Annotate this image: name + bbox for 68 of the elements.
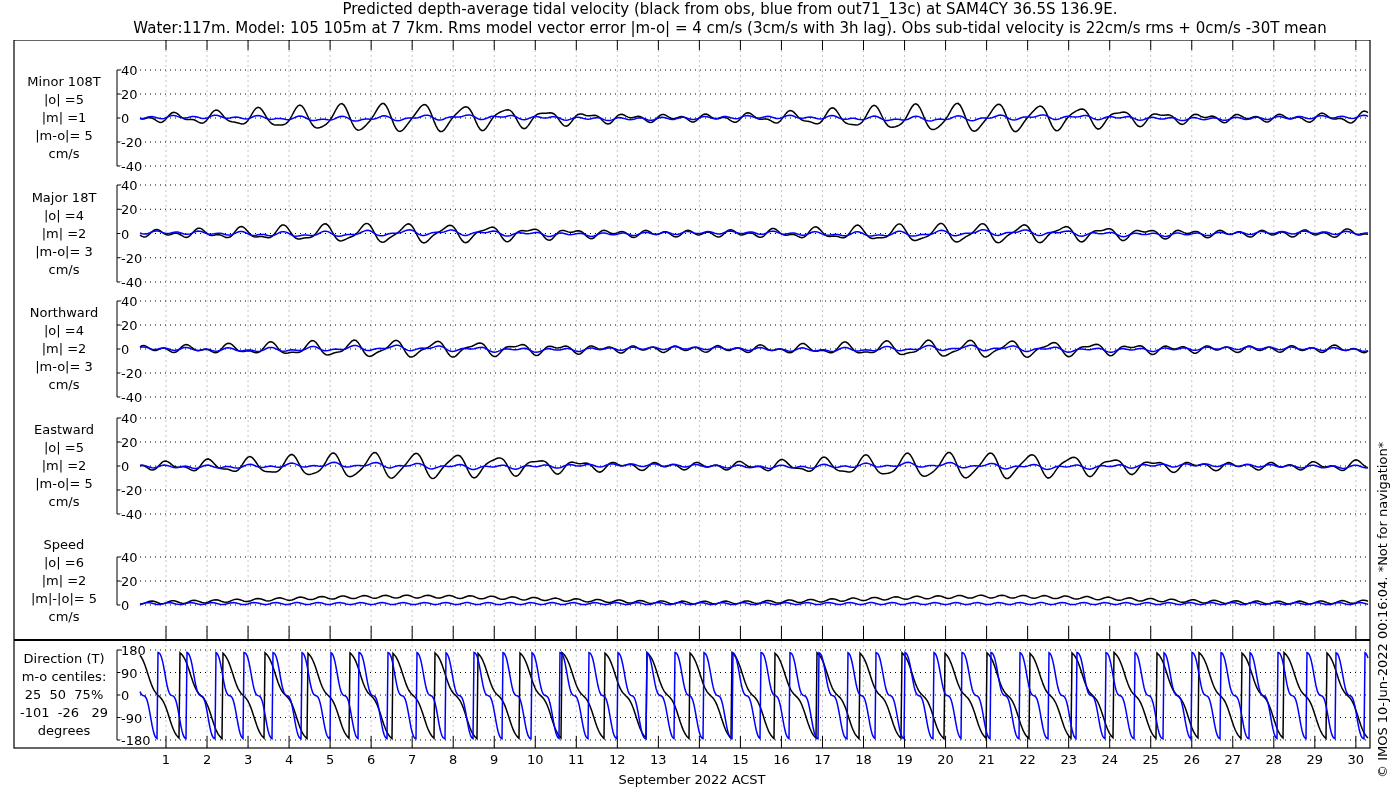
- axis-tick-label: 9: [490, 752, 499, 767]
- axis-tick-label: -20: [121, 250, 143, 266]
- axis-tick-label: 28: [1265, 752, 1283, 767]
- axis-tick-label: 24: [1101, 752, 1118, 767]
- axis-tick-label: 18: [855, 752, 872, 767]
- axis-tick-label: 4: [284, 752, 294, 767]
- axis-tick-label: 0: [121, 688, 130, 703]
- axis-tick-label: -40: [121, 390, 143, 405]
- axis-tick-label: 22: [1019, 752, 1036, 767]
- axis-tick-label: 29: [1306, 752, 1324, 767]
- axis-tick-label: 21: [978, 752, 995, 767]
- chart-title: Water:117m. Model: 105 105m at 7 7km. Rms model vector error |m-o| = 4 cm/s (3cm/s with 3h lag). Obs sub-tidal velocity is 22cm/s rms + 0cm/s -30T mean: [133, 19, 1327, 38]
- axis-tick-label: 20: [121, 87, 138, 102]
- axis-tick-label: 19: [896, 752, 913, 767]
- axis-tick-label: 2: [202, 752, 212, 767]
- axis-tick-label: 90: [121, 665, 138, 681]
- axis-title: September 2022 ACST: [618, 772, 766, 787]
- axis-tick-label: 0: [121, 598, 130, 613]
- axis-tick-label: -20: [121, 135, 143, 150]
- axis-tick-label: 40: [121, 63, 138, 78]
- axis-tick-label: 16: [773, 752, 790, 767]
- axis-tick-label: -40: [121, 159, 143, 174]
- axis-tick-label: 27: [1224, 752, 1242, 767]
- axis-tick-label: 40: [121, 294, 138, 309]
- axis-tick-label: 23: [1060, 752, 1077, 767]
- axis-tick-label: 20: [121, 574, 138, 589]
- axis-tick-label: 26: [1183, 752, 1200, 767]
- chart-title: Predicted depth-average tidal velocity (black from obs, blue from out71_13c) at SAM4CY 36.5S 136.9E.: [342, 0, 1118, 19]
- panel-label: Eastward |o| =5 |m| =2 |m-o|= 5 cm/s: [34, 422, 94, 509]
- axis-tick-label: 12: [609, 752, 626, 767]
- panel-label: Major 18T |o| =4 |m| =2 |m-o|= 3 cm/s: [31, 189, 97, 277]
- axis-tick-label: 20: [937, 752, 954, 767]
- axis-tick-label: -40: [121, 275, 143, 290]
- axis-tick-label: 7: [408, 752, 417, 767]
- axis-tick-label: -90: [121, 710, 143, 726]
- axis-tick-label: 14: [691, 752, 708, 767]
- axis-tick-label: 0: [121, 459, 130, 474]
- axis-tick-label: 20: [121, 318, 138, 333]
- axis-tick-label: 8: [449, 752, 458, 767]
- axis-tick-label: 17: [814, 752, 831, 767]
- axis-tick-label: -20: [121, 483, 143, 498]
- panel-label: Northward |o| =4 |m| =2 |m-o|= 3 cm/s: [29, 305, 99, 392]
- axis-tick-label: 0: [121, 111, 130, 126]
- axis-tick-label: 5: [326, 752, 335, 767]
- axis-tick-label: 40: [121, 550, 138, 565]
- axis-tick-label: 40: [121, 411, 138, 426]
- copyright-note: © IMOS 10-Jun-2022 00:16:04. *Not for navigation*: [1375, 441, 1390, 778]
- axis-tick-label: 1: [161, 752, 171, 767]
- axis-tick-label: -180: [121, 733, 151, 748]
- axis-tick-label: 10: [527, 752, 544, 767]
- axis-tick-label: -40: [121, 507, 143, 522]
- axis-tick-label: 25: [1142, 752, 1159, 767]
- axis-tick-label: 3: [243, 752, 253, 767]
- axis-tick-label: 40: [121, 178, 138, 193]
- panel-label: Speed |o| =6 |m| =2 |m|-|o|= 5 cm/s: [30, 537, 98, 624]
- axis-tick-label: 30: [1347, 752, 1365, 767]
- axis-tick-label: -20: [121, 366, 143, 381]
- axis-tick-label: 20: [121, 202, 138, 218]
- axis-tick-label: 11: [568, 752, 585, 767]
- axis-tick-label: 0: [121, 342, 130, 357]
- axis-tick-label: 15: [732, 752, 749, 767]
- panel-label: Direction (T) m-o centiles: 25 50 75% -101 -26 29 degrees: [20, 651, 108, 738]
- panel-label: Minor 108T |o| =5 |m| =1 |m-o|= 5 cm/s: [27, 74, 101, 161]
- axis-tick-label: 180: [121, 643, 146, 658]
- axis-tick-label: 6: [367, 752, 376, 767]
- axis-tick-label: 13: [650, 752, 667, 767]
- axis-tick-label: 0: [121, 226, 130, 242]
- axis-tick-label: 20: [121, 435, 138, 450]
